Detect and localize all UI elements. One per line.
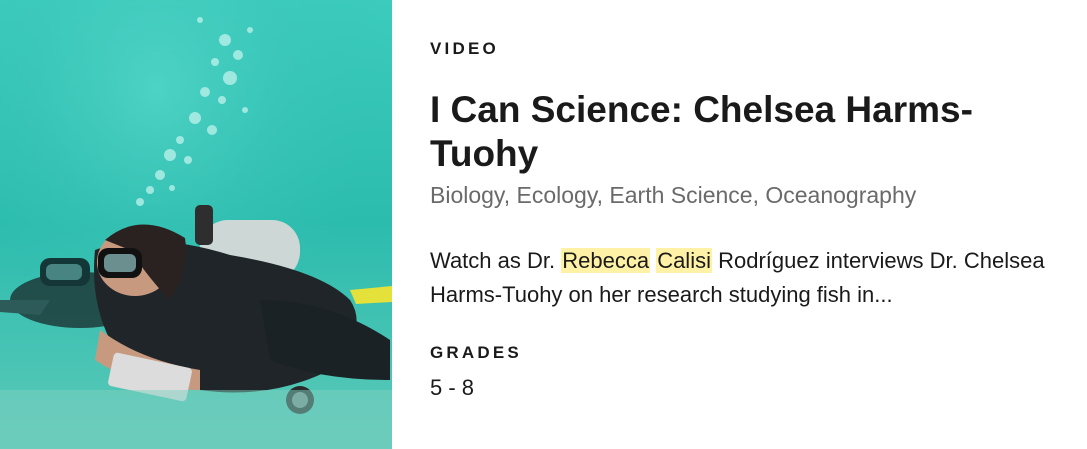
grades-value: 5 - 8 — [430, 375, 475, 400]
card-description: Watch as Dr. Rebecca Calisi Rodríguez in… — [430, 244, 1050, 312]
grades-label: GRADES — [430, 343, 522, 362]
scuba-divers-photo-icon — [0, 0, 392, 449]
card-content: VIDEO I Can Science: Chelsea Harms-Tuohy… — [392, 0, 1087, 449]
resource-card[interactable]: VIDEO I Can Science: Chelsea Harms-Tuohy… — [0, 0, 1087, 449]
subjects-list: Biology, Ecology, Earth Science, Oceanog… — [430, 182, 917, 208]
media-type-label: VIDEO — [430, 39, 499, 58]
search-highlight: Rebecca — [561, 248, 651, 273]
description-text-start: Watch as Dr. — [430, 248, 562, 273]
search-highlight: Calisi — [656, 248, 712, 273]
card-title[interactable]: I Can Science: Chelsea Harms-Tuohy — [430, 88, 1010, 176]
thumbnail-image[interactable] — [0, 0, 392, 449]
